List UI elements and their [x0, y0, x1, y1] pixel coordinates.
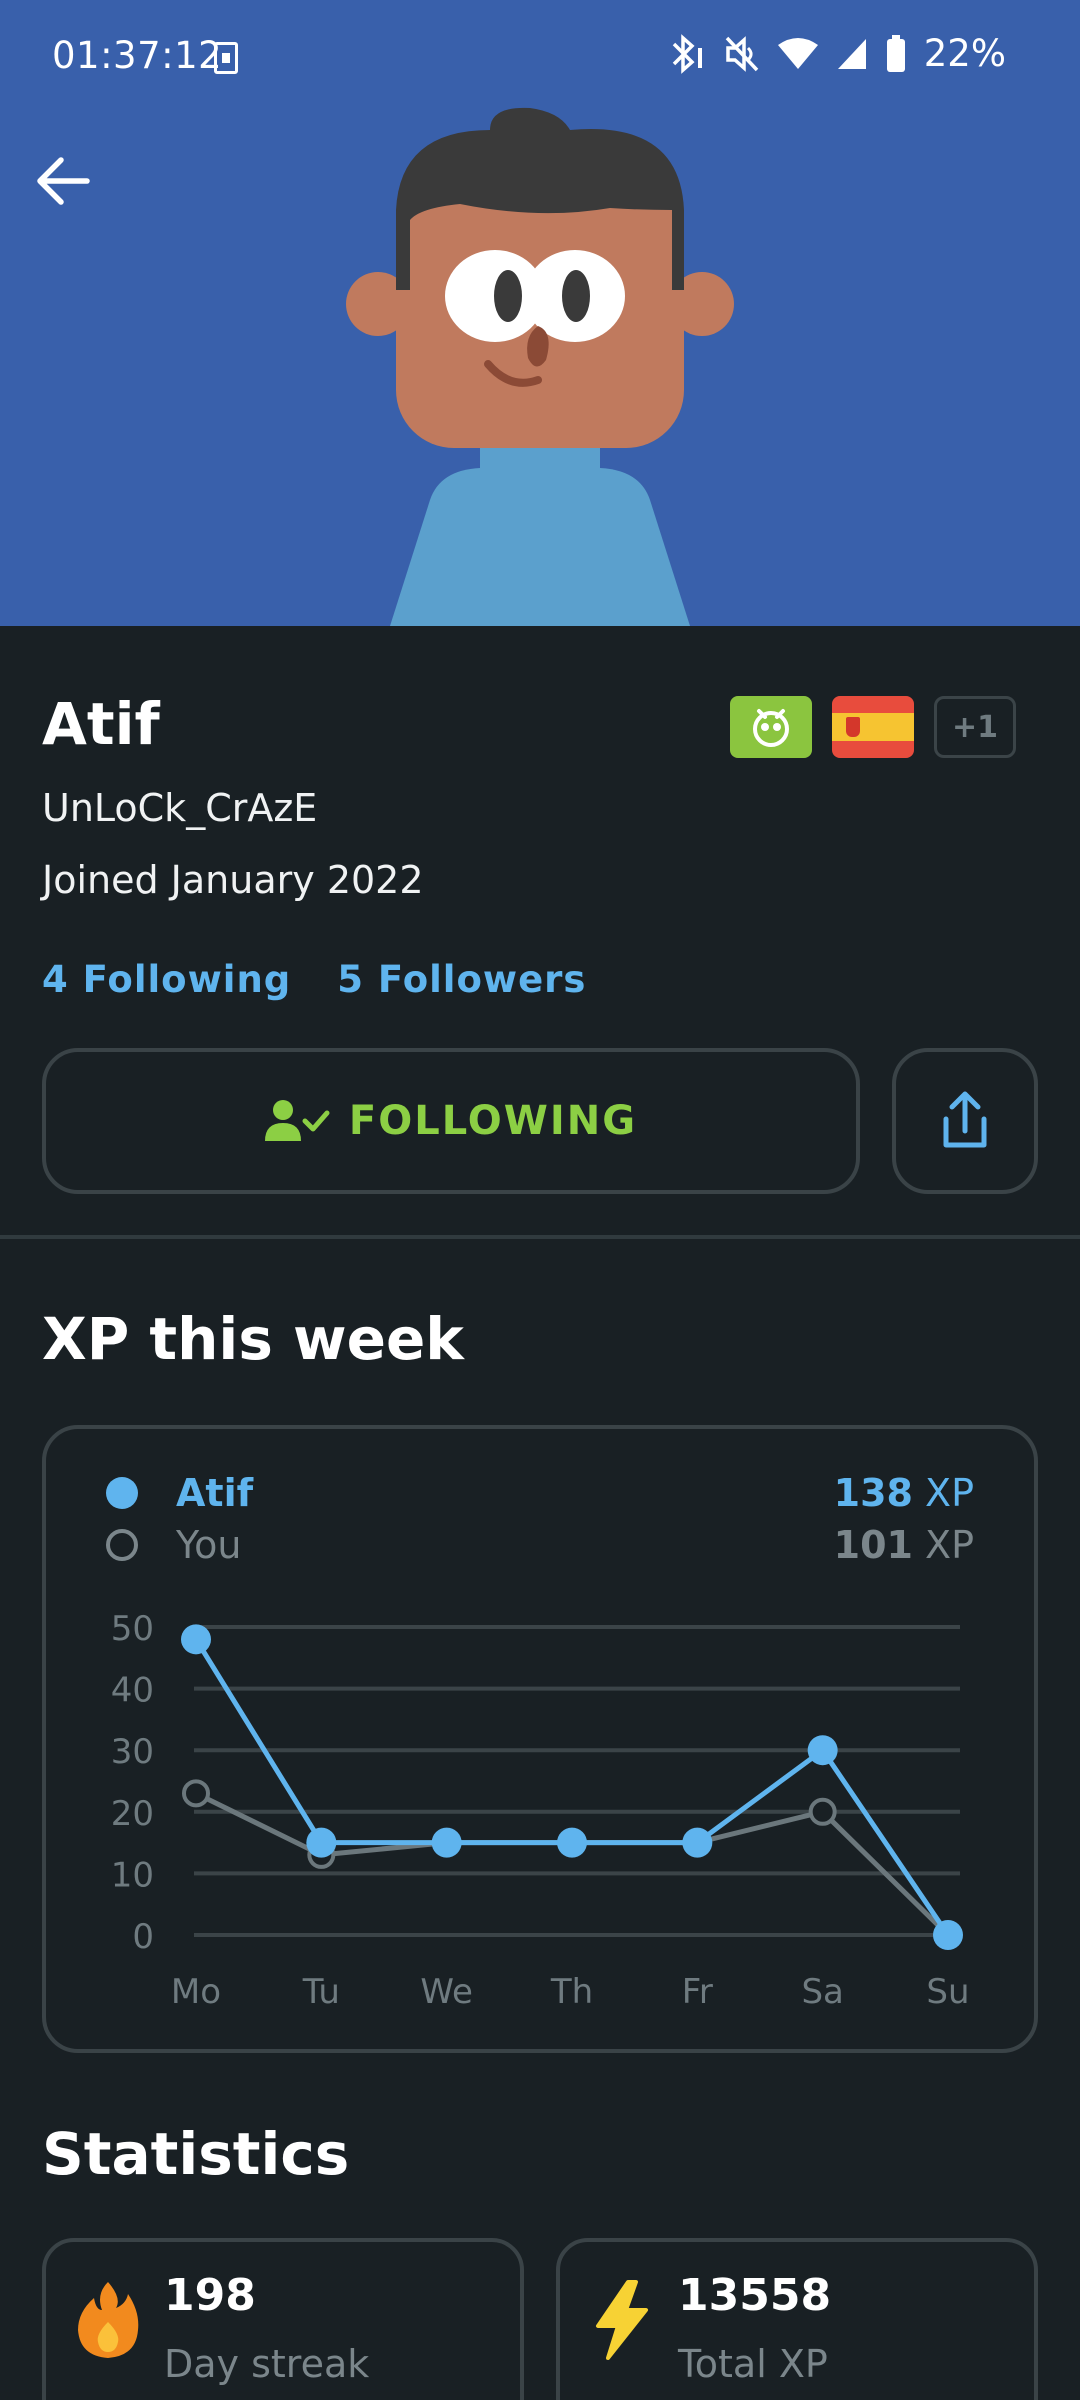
x-tick-label: Th [550, 1972, 593, 2012]
data-point-atif [557, 1827, 587, 1858]
battery-percentage: 22% [923, 32, 1006, 75]
more-badges[interactable]: +1 [934, 696, 1016, 758]
bluetooth-icon [672, 33, 702, 74]
stat-label-streak: Day streak [164, 2342, 370, 2386]
x-tick-label: Mo [171, 1972, 221, 2012]
y-tick-label: 10 [111, 1855, 154, 1895]
share-button[interactable] [892, 1048, 1038, 1194]
user-avatar [346, 107, 734, 626]
following-button[interactable]: FOLLOWING [42, 1048, 860, 1194]
y-tick-label: 20 [111, 1794, 154, 1834]
stat-label-xp: Total XP [678, 2342, 828, 2386]
following-label: FOLLOWING [348, 1098, 638, 1144]
status-icons: 22% [668, 32, 1006, 75]
lightning-icon [596, 2280, 648, 2360]
status-time: 01:37:12 [52, 34, 223, 77]
y-tick-label: 50 [111, 1609, 154, 1649]
person-check-icon [264, 1100, 330, 1141]
profile-header: 01:37:12 22% [0, 0, 1080, 626]
fire-icon [78, 2282, 139, 2358]
y-tick-label: 30 [111, 1732, 154, 1772]
stat-value-xp: 13558 [678, 2270, 832, 2321]
signal-icon [837, 38, 866, 69]
data-point-atif [807, 1735, 838, 1766]
joined-date: Joined January 2022 [42, 858, 424, 902]
data-point-atif [933, 1920, 963, 1950]
profile-name: Atif [42, 690, 160, 758]
owl-badge[interactable] [730, 696, 812, 758]
x-tick-label: Sa [801, 1972, 843, 2012]
battery-icon [886, 34, 905, 72]
data-point-atif [306, 1827, 337, 1858]
x-tick-label: Su [926, 1972, 969, 2012]
back-button[interactable] [30, 148, 96, 214]
stat-value-streak: 198 [164, 2270, 256, 2321]
x-tick-label: We [420, 1972, 473, 2012]
x-tick-label: Fr [682, 1972, 713, 2012]
series-line-atif [193, 1638, 951, 1937]
spain-flag-badge[interactable] [832, 696, 914, 758]
profile-username: UnLoCk_CrAzE [42, 786, 318, 830]
follow-stats: 4 Following 5 Followers [42, 958, 586, 1001]
xp-line-chart: 50 40 30 20 10 0 Mo Tu We Th Fr Sa Su [111, 1609, 970, 2012]
stat-card-streak[interactable]: 198 Day streak [42, 2238, 524, 2400]
data-point-you [182, 1779, 210, 1808]
wifi-icon [777, 37, 818, 69]
arrow-left-icon [37, 157, 90, 205]
share-icon [943, 1091, 987, 1148]
mute-icon [725, 35, 759, 72]
stat-card-xp[interactable]: 13558 Total XP [556, 2238, 1038, 2400]
sim-card-icon [214, 42, 238, 74]
badges: +1 [730, 696, 1016, 758]
x-tick-label: Tu [302, 1972, 340, 2012]
xp-section-title: XP this week [42, 1305, 464, 1373]
y-tick-label: 0 [132, 1917, 154, 1957]
following-count[interactable]: 4 Following [42, 958, 291, 1001]
section-divider [0, 1235, 1080, 1239]
data-point-you [808, 1797, 837, 1826]
followers-count[interactable]: 5 Followers [337, 958, 586, 1001]
data-point-atif [431, 1827, 462, 1858]
y-tick-label: 40 [111, 1671, 154, 1711]
data-point-atif [181, 1624, 211, 1655]
data-point-atif [682, 1827, 713, 1858]
xp-chart-card: Atif 138 XP You 101 XP 50 40 30 20 10 0 Mo Tu We… [42, 1425, 1038, 2053]
owl-icon [753, 709, 789, 747]
statistics-title: Statistics [42, 2120, 350, 2188]
